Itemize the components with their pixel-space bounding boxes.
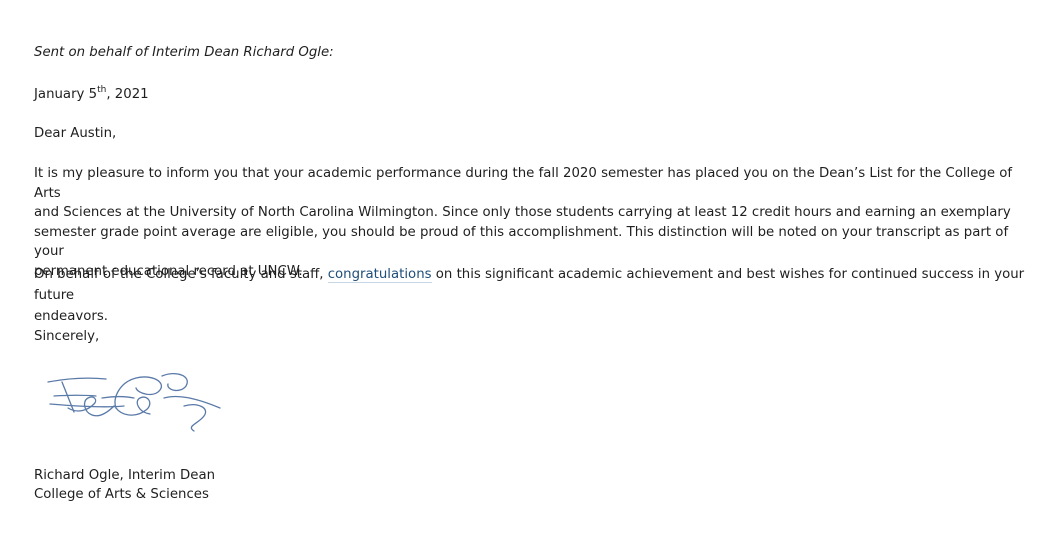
closing: Sincerely, <box>34 329 100 344</box>
congratulations-link[interactable]: congratulations <box>327 267 432 283</box>
paragraph2-line2: endeavors. <box>34 309 109 324</box>
letter-date: January 5th, 2021 <box>34 85 149 104</box>
signature-image <box>47 372 221 432</box>
signature-college: College of Arts & Sciences <box>34 487 209 502</box>
paragraph2-line1: On behalf of the College’s faculty and s… <box>34 264 1034 306</box>
salutation: Dear Austin, <box>34 126 117 141</box>
sent-on-behalf-line: Sent on behalf of Interim Dean Richard O… <box>34 45 334 60</box>
paragraph1-line1: It is my pleasure to inform you that you… <box>34 166 1013 201</box>
date-ordinal: th <box>97 84 107 95</box>
date-year: , 2021 <box>106 87 149 102</box>
paragraph1-line2: and Sciences at the University of North … <box>34 205 1011 220</box>
paragraph1-line3: semester grade point average are eligibl… <box>34 224 1009 260</box>
paragraph2-before: On behalf of the College’s faculty and s… <box>34 267 324 282</box>
date-month-day: January 5 <box>34 87 98 102</box>
paragraph-congratulations: On behalf of the College’s faculty and s… <box>34 264 1034 327</box>
signature-name-title: Richard Ogle, Interim Dean <box>34 468 216 483</box>
